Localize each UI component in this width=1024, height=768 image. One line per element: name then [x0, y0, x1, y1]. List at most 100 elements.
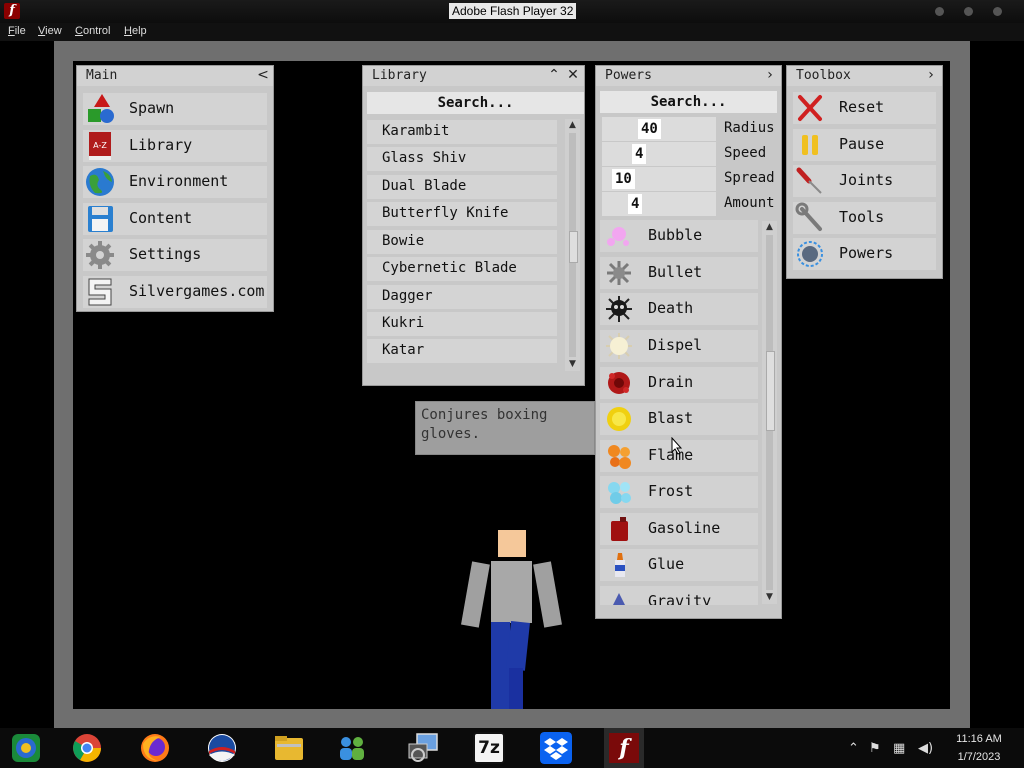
menu-help[interactable]: Help: [124, 25, 147, 37]
menu-control[interactable]: Control: [75, 25, 110, 37]
glue-bottle-icon: [615, 553, 625, 577]
scroll-down-icon[interactable]: ▼: [762, 591, 777, 604]
power-item-glue[interactable]: Glue: [600, 549, 758, 581]
amount-field[interactable]: 4: [602, 192, 716, 216]
minimize-button[interactable]: [935, 7, 944, 16]
spread-field[interactable]: 10: [602, 167, 716, 191]
clock-date[interactable]: 1/7/2023: [942, 751, 1016, 763]
toolbox-item-powers[interactable]: Powers: [793, 238, 936, 270]
tooltip: Conjures boxing gloves.: [415, 401, 595, 455]
library-item[interactable]: Dual Blade: [367, 175, 557, 199]
collapse-right-icon[interactable]: ›: [923, 67, 939, 83]
power-item-drain[interactable]: Drain: [600, 367, 758, 399]
main-item-spawn[interactable]: Spawn: [83, 93, 267, 125]
powers-panel-header[interactable]: Powers ›: [596, 66, 781, 86]
flash-taskbar-slot[interactable]: f: [604, 728, 644, 768]
ragdoll-right-shin[interactable]: [509, 668, 523, 709]
library-item[interactable]: Dagger: [367, 285, 557, 309]
volume-icon[interactable]: ◀): [918, 741, 933, 756]
drain-icon: [608, 372, 630, 394]
scroll-down-icon[interactable]: ▼: [565, 358, 580, 371]
toolbox-panel: Toolbox › Reset Pause Joints Tools Power…: [786, 65, 943, 279]
library-item[interactable]: Bowie: [367, 230, 557, 254]
silvergames-logo-icon: [88, 278, 112, 306]
tray-chevron-up-icon[interactable]: ⌃: [848, 741, 859, 756]
7zip-icon[interactable]: 7z: [473, 732, 505, 764]
main-panel-header[interactable]: Main <: [77, 66, 273, 86]
gear-icon: [86, 241, 114, 269]
main-item-content[interactable]: Content: [83, 203, 267, 235]
close-button[interactable]: [993, 7, 1002, 16]
library-item[interactable]: Karambit: [367, 120, 557, 144]
amount-label: Amount: [724, 195, 775, 211]
dropbox-icon[interactable]: [540, 732, 572, 764]
powers-scrollbar[interactable]: ▲ ▼: [762, 221, 777, 604]
library-scrollbar[interactable]: ▲ ▼: [565, 119, 580, 371]
dispel-icon: [606, 333, 632, 359]
main-item-environment[interactable]: Environment: [83, 166, 267, 198]
power-item-gasoline[interactable]: Gasoline: [600, 513, 758, 545]
collapse-icon[interactable]: <: [255, 67, 271, 83]
book-icon: A-Z: [89, 132, 111, 160]
library-item[interactable]: Kukri: [367, 312, 557, 336]
library-panel: Library ⌃ ✕ Search... Karambit Glass Shi…: [362, 65, 585, 386]
obama-logo-icon[interactable]: [206, 732, 238, 764]
collapse-right-icon[interactable]: ›: [762, 67, 778, 83]
ragdoll-head[interactable]: [498, 530, 526, 557]
file-explorer-icon[interactable]: [273, 732, 305, 764]
scroll-up-icon[interactable]: ▲: [762, 221, 777, 234]
scroll-thumb[interactable]: [766, 351, 775, 431]
ragdoll-torso[interactable]: [491, 561, 532, 623]
app-store-icon[interactable]: [10, 732, 42, 764]
library-item[interactable]: Cybernetic Blade: [367, 257, 557, 281]
spread-label: Spread: [724, 170, 775, 186]
firefox-icon[interactable]: [139, 732, 171, 764]
power-item-dispel[interactable]: Dispel: [600, 330, 758, 362]
main-item-settings[interactable]: Settings: [83, 239, 267, 271]
powers-search-input[interactable]: Search...: [600, 91, 777, 113]
library-item[interactable]: Butterfly Knife: [367, 202, 557, 226]
radius-field[interactable]: 40: [602, 117, 716, 141]
main-panel-title: Main: [86, 68, 118, 83]
power-item-frost[interactable]: Frost: [600, 476, 758, 508]
main-item-label: Spawn: [129, 99, 175, 117]
power-item-bubble[interactable]: Bubble: [600, 220, 758, 252]
toolbox-panel-header[interactable]: Toolbox ›: [787, 66, 942, 86]
scroll-thumb[interactable]: [569, 231, 578, 263]
toolbox-item-pause[interactable]: Pause: [793, 129, 936, 161]
scroll-up-icon[interactable]: ▲: [565, 119, 580, 132]
toolbox-item-joints[interactable]: Joints: [793, 165, 936, 197]
power-item-death[interactable]: Death: [600, 293, 758, 325]
bubble-icon: [607, 227, 629, 246]
power-item-bullet[interactable]: Bullet: [600, 257, 758, 289]
toolbox-item-tools[interactable]: Tools: [793, 202, 936, 234]
main-panel: Main < Spawn A-Z Library Environment Con…: [76, 65, 274, 312]
remote-desktop-icon[interactable]: [407, 732, 439, 764]
speed-field[interactable]: 4: [602, 142, 716, 166]
power-item-gravity[interactable]: Gravity: [600, 586, 758, 605]
toolbox-item-reset[interactable]: Reset: [793, 92, 936, 124]
library-item[interactable]: Katar: [367, 339, 557, 363]
main-item-label: Environment: [129, 172, 229, 190]
main-item-library[interactable]: A-Z Library: [83, 130, 267, 162]
globe-icon: [86, 168, 114, 196]
close-icon[interactable]: ✕: [565, 67, 581, 83]
library-search-input[interactable]: Search...: [367, 92, 584, 114]
menu-view[interactable]: View: [38, 25, 62, 37]
flag-icon[interactable]: ⚑: [869, 741, 881, 756]
network-icon[interactable]: ▦: [893, 741, 905, 756]
maximize-button[interactable]: [964, 7, 973, 16]
library-panel-header[interactable]: Library ⌃ ✕: [363, 66, 584, 86]
svg-text:A-Z: A-Z: [93, 141, 107, 150]
menu-file[interactable]: File: [8, 25, 26, 37]
chrome-icon[interactable]: [71, 732, 103, 764]
window-title: Adobe Flash Player 32: [449, 3, 577, 19]
main-item-label: Content: [129, 209, 193, 227]
network-people-icon[interactable]: [336, 732, 368, 764]
main-item-label: Settings: [129, 245, 202, 263]
main-item-silvergames[interactable]: Silvergames.com: [83, 276, 267, 308]
power-item-blast[interactable]: Blast: [600, 403, 758, 435]
clock-time[interactable]: 11:16 AM: [942, 733, 1016, 745]
library-item[interactable]: Glass Shiv: [367, 147, 557, 171]
chevron-up-icon[interactable]: ⌃: [546, 67, 562, 83]
